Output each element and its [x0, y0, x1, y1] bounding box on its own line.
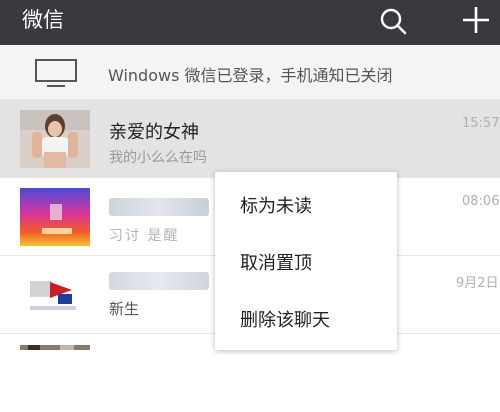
menu-item-label: 标为未读: [240, 196, 312, 217]
chat-time: 08:06: [462, 194, 500, 209]
chat-name: 亲爱的女神: [109, 122, 199, 143]
mark-unread-menu-item[interactable]: 标为未读: [215, 176, 397, 232]
menu-item-label: 取消置顶: [240, 253, 312, 274]
chat-name-redacted: [109, 272, 209, 290]
menu-item-label: 删除该聊天: [240, 310, 330, 331]
chat-item[interactable]: 亲爱的女神 我的小么么在吗 15:57: [0, 100, 500, 178]
unpin-menu-item[interactable]: 取消置顶: [215, 233, 397, 289]
monitor-icon: [35, 59, 77, 87]
chat-last-message: 新生: [109, 300, 140, 318]
chat-last-message: 我的小么么在吗: [109, 150, 207, 166]
app-title: 微信: [22, 8, 64, 32]
search-icon[interactable]: [378, 6, 408, 36]
avatar: [20, 266, 90, 324]
banner-text: Windows 微信已登录，手机通知已关闭: [108, 66, 393, 85]
add-icon[interactable]: [460, 4, 492, 36]
avatar: [20, 110, 90, 168]
avatar: [20, 188, 90, 246]
chat-time: 9月2日: [456, 276, 499, 291]
chat-context-menu: 标为未读 取消置顶 删除该聊天: [215, 172, 397, 350]
delete-chat-menu-item[interactable]: 删除该聊天: [215, 290, 397, 346]
login-status-banner[interactable]: Windows 微信已登录，手机通知已关闭: [0, 45, 500, 100]
chat-time: 15:57: [462, 116, 500, 131]
avatar: [20, 340, 90, 350]
top-bar: 微信: [0, 0, 500, 45]
chat-name-redacted: [109, 198, 209, 216]
chat-last-message: 习讨 是醒: [109, 228, 180, 244]
